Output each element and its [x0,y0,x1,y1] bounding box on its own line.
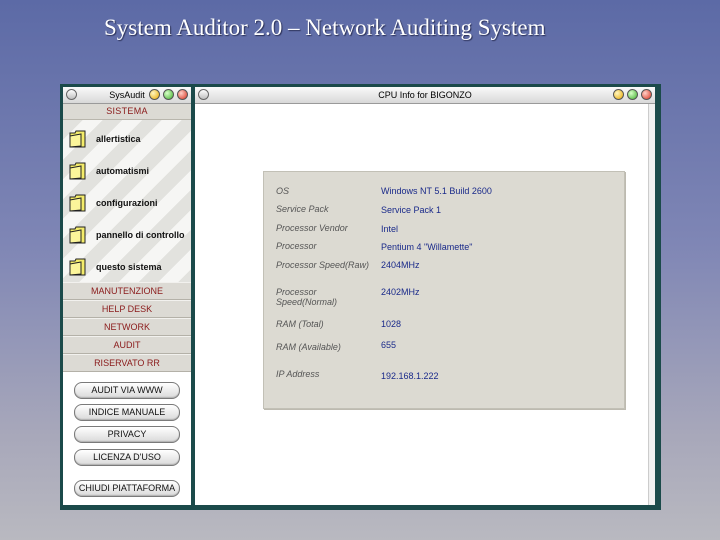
info-value: 655 [381,340,397,350]
folder-icon [69,226,86,244]
close-button[interactable] [177,89,188,100]
info-label: Service Pack [276,204,329,214]
folder-label: questo sistema [96,262,162,272]
menu-network[interactable]: NETWORK [63,318,191,336]
info-value: Windows NT 5.1 Build 2600 [381,186,492,196]
cpu-info-title: CPU Info for BIGONZO [378,90,472,100]
sysaudit-titlebar[interactable]: SysAudit [63,87,191,104]
folder-item-automatismi[interactable]: automatismi [69,158,149,184]
folder-label: allertistica [96,134,141,144]
info-value: Pentium 4 "Willamette" [381,242,473,252]
licenza-uso-button[interactable]: LICENZA D'USO [74,449,180,466]
info-label: Processor Speed(Raw) [276,260,370,270]
info-label: OS [276,186,290,196]
cpu-info-titlebar[interactable]: CPU Info for BIGONZO [195,87,655,104]
privacy-button[interactable]: PRIVACY [74,426,180,443]
folder-item-allertistica[interactable]: allertistica [69,126,141,152]
maximize-button[interactable] [627,89,638,100]
info-value: 2402MHz [381,287,420,297]
sysaudit-window: SysAudit SISTEMA allertistica automatism… [63,87,191,505]
info-value: 1028 [381,319,402,329]
info-label: RAM (Total) [276,319,324,329]
menu-riservato-rr[interactable]: RISERVATO RR [63,354,191,372]
info-label: Processor Speed(Normal) [276,287,338,307]
info-label: IP Address [276,369,320,379]
audit-via-www-button[interactable]: AUDIT VIA WWW [74,382,180,399]
maximize-button[interactable] [163,89,174,100]
indice-manuale-button[interactable]: INDICE MANUALE [74,404,180,421]
info-label: Processor Vendor [276,223,348,233]
minimize-button[interactable] [149,89,160,100]
info-label: RAM (Available) [276,342,341,352]
info-value: Service Pack 1 [381,205,442,215]
folder-item-pannello-di-controllo[interactable]: pannello di controllo [69,222,185,248]
info-value: Intel [381,224,399,234]
menu-manutenzione[interactable]: MANUTENZIONE [63,282,191,300]
folder-label: automatismi [96,166,150,176]
menu-audit[interactable]: AUDIT [63,336,191,354]
scrollbar[interactable] [648,104,655,505]
minimize-button[interactable] [613,89,624,100]
folder-label: pannello di controllo [96,230,185,240]
folder-icon [69,258,86,276]
folder-label: configurazioni [96,198,158,208]
close-button[interactable] [641,89,652,100]
folder-icon [69,194,86,212]
info-label: Processor [276,241,317,251]
folder-item-configurazioni[interactable]: configurazioni [69,190,158,216]
folder-list: allertistica automatismi configurazioni … [63,120,191,282]
menu-help-desk[interactable]: HELP DESK [63,300,191,318]
info-value: 2404MHz [381,260,420,270]
folder-icon [69,162,86,180]
cpu-info-content: OS Windows NT 5.1 Build 2600 Service Pac… [195,104,649,505]
folder-item-questo-sistema[interactable]: questo sistema [69,254,162,280]
slide-title: System Auditor 2.0 – Network Auditing Sy… [104,15,546,40]
cpu-info-panel: OS Windows NT 5.1 Build 2600 Service Pac… [263,171,625,409]
application-frame: SysAudit SISTEMA allertistica automatism… [60,84,661,510]
cpu-info-window: CPU Info for BIGONZO OS Windows NT 5.1 B… [195,87,655,505]
info-value: 192.168.1.222 [381,371,439,381]
chiudi-piattaforma-button[interactable]: CHIUDI PIATTAFORMA [74,480,180,497]
folder-icon [69,130,86,148]
section-sistema[interactable]: SISTEMA [63,104,191,120]
